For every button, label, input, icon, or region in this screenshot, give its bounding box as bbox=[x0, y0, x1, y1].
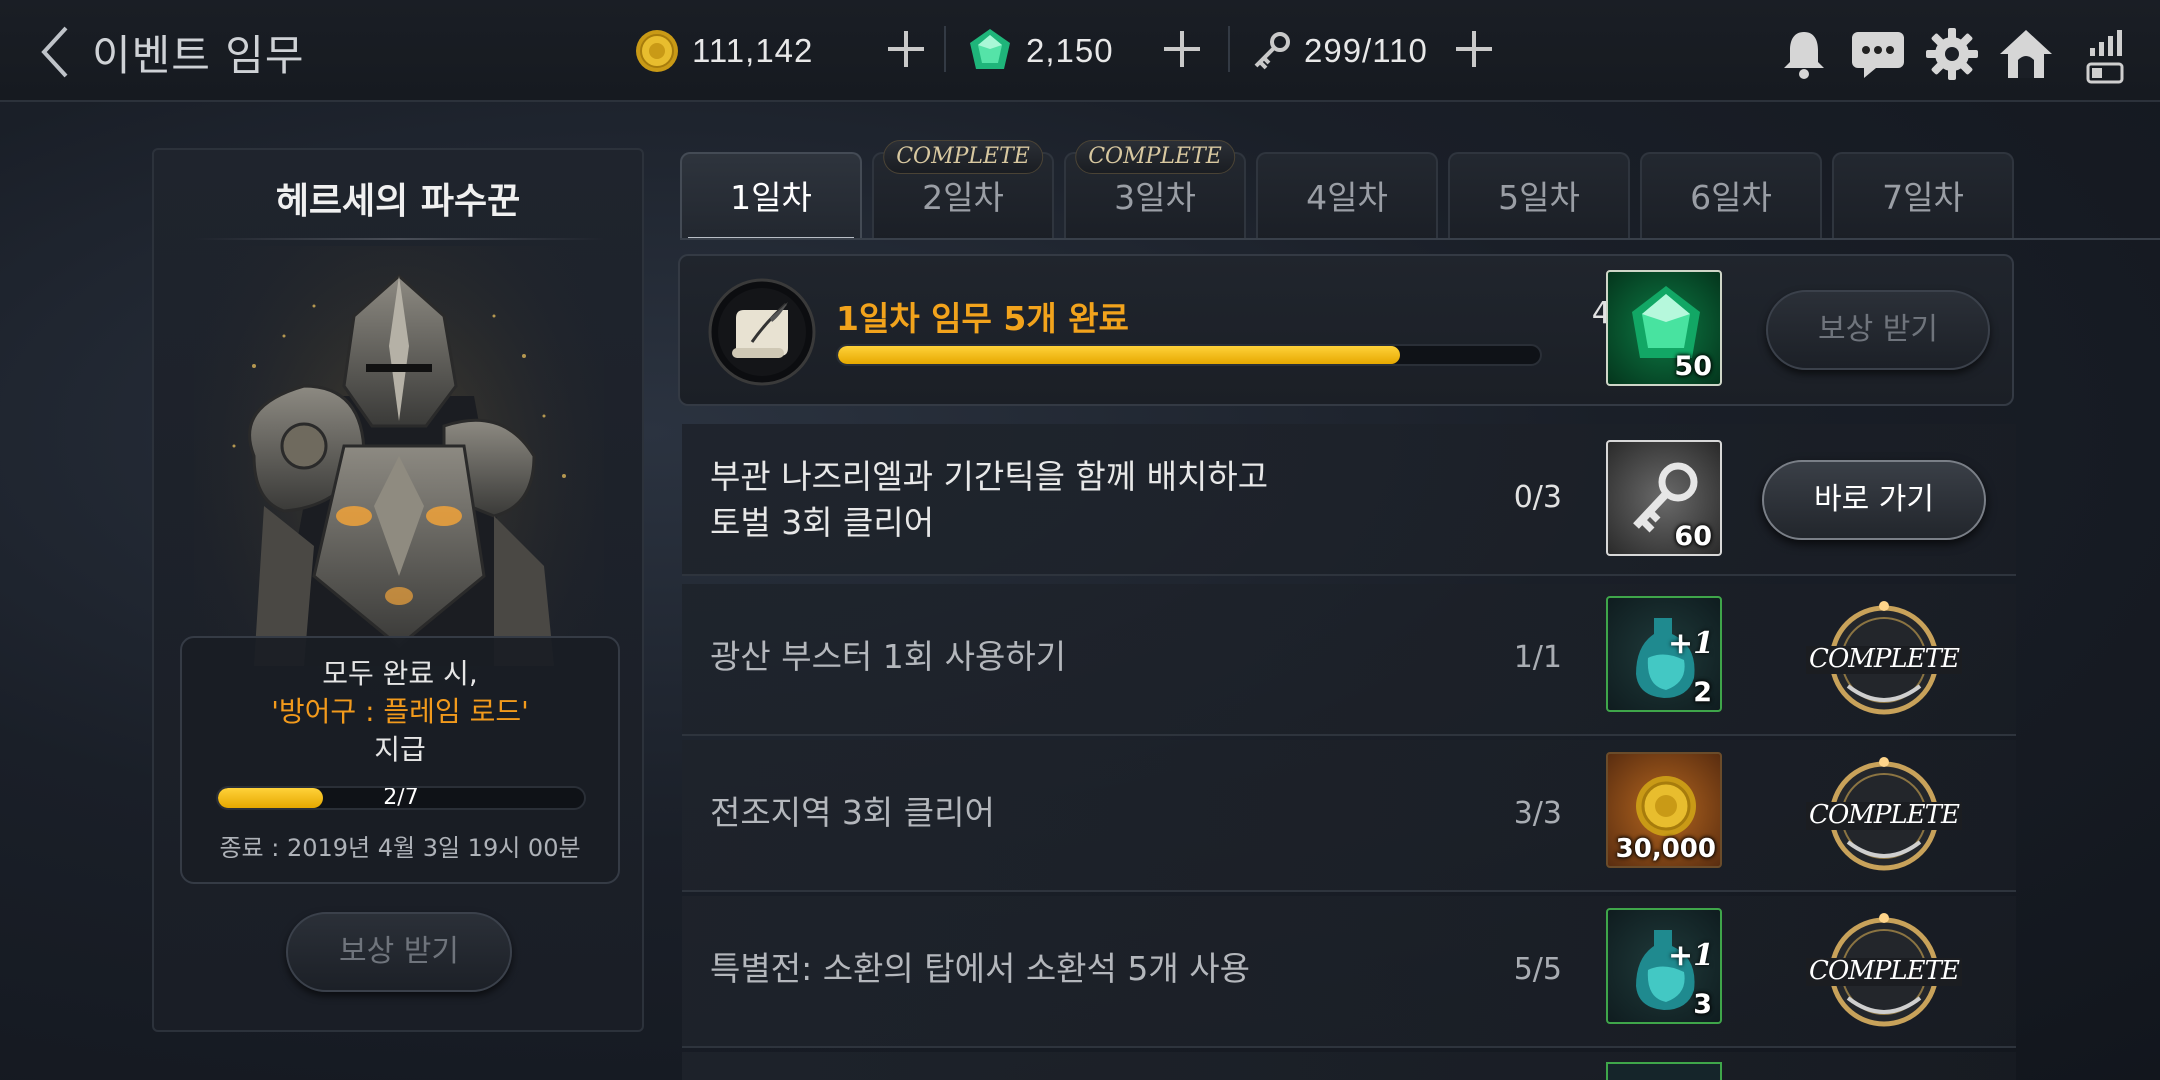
task-description: 부관 나즈리엘과 기간틱을 함께 배치하고 토벌 3회 클리어 bbox=[710, 454, 1268, 546]
tab-day-3[interactable]: COMPLETE 3일차 bbox=[1064, 140, 1246, 240]
boost-badge: +1 bbox=[1668, 626, 1715, 661]
complete-stamp-text: COMPLETE bbox=[1809, 800, 1960, 830]
task-row bbox=[682, 1052, 2016, 1080]
task-row: 특별전: 소환의 탑에서 소환석 5개 사용 5/5 +1 3 COMPLETE bbox=[682, 896, 2016, 1048]
chat-button[interactable] bbox=[1850, 26, 1906, 82]
tab-label: 4일차 bbox=[1306, 178, 1388, 217]
complete-stamp-text: COMPLETE bbox=[1809, 644, 1960, 674]
gear-icon bbox=[1926, 28, 1978, 80]
reward-quantity: 3 bbox=[1693, 989, 1712, 1020]
scroll-quill-icon bbox=[708, 278, 816, 386]
tab-label: 5일차 bbox=[1498, 178, 1580, 217]
notification-button[interactable] bbox=[1776, 26, 1832, 82]
summary-task-title: 1일차 임무 5개 완료 bbox=[836, 299, 1129, 338]
overall-progress-bar: 2/7 bbox=[216, 786, 586, 810]
task-row: 광산 부스터 1회 사용하기 1/1 +1 2 COMPLETE bbox=[682, 584, 2016, 736]
reward-item[interactable]: 60 bbox=[1606, 440, 1722, 556]
signal-battery-icon bbox=[2086, 30, 2124, 84]
reward-condition-text: 모두 완료 시, bbox=[322, 657, 478, 690]
tab-day-2[interactable]: COMPLETE 2일차 bbox=[872, 140, 1054, 240]
chat-bubble-icon bbox=[1852, 32, 1904, 78]
divider bbox=[194, 238, 604, 240]
gold-currency: 111,142 bbox=[634, 24, 813, 78]
gem-amount: 2,150 bbox=[1026, 32, 1114, 69]
reward-item[interactable]: +1 2 bbox=[1606, 596, 1722, 712]
task-description: 특별전: 소환의 탑에서 소환석 5개 사용 bbox=[710, 949, 1250, 988]
reward-item[interactable]: 30,000 bbox=[1606, 752, 1722, 868]
event-reward-panel: 헤르세의 파수꾼 모두 완료 시, '방어구: 플레임 로드' 지급 2/7 … bbox=[152, 148, 644, 1032]
tab-label: 1일차 bbox=[730, 178, 812, 217]
settings-button[interactable] bbox=[1924, 26, 1980, 82]
panel-title: 헤르세의 파수꾼 bbox=[275, 181, 521, 222]
tab-label: 6일차 bbox=[1690, 178, 1772, 217]
tab-label: 7일차 bbox=[1882, 178, 1964, 217]
claim-reward-button[interactable]: 보상 받기 bbox=[1766, 290, 1990, 370]
tab-label: 2일차 bbox=[922, 178, 1004, 217]
event-end-time: 종료 : 2019년 4월 3일 19시 00분 bbox=[219, 834, 581, 862]
completion-reward-box: 모두 완료 시, '방어구 : 플레임 로드' 지급 2/7 종료 : 2019… bbox=[180, 636, 620, 884]
complete-badge: COMPLETE bbox=[883, 140, 1043, 174]
reward-item[interactable]: +1 3 bbox=[1606, 908, 1722, 1024]
task-progress: 1/1 bbox=[1513, 640, 1562, 675]
add-gem-button[interactable] bbox=[1162, 29, 1202, 69]
reward-item[interactable] bbox=[1606, 1062, 1722, 1080]
task-progress: 5/5 bbox=[1513, 952, 1562, 987]
gem-currency: 2,150 bbox=[966, 24, 1114, 78]
status-indicator bbox=[2084, 26, 2128, 84]
tabs-underline bbox=[680, 238, 2160, 240]
boost-badge: +1 bbox=[1668, 938, 1715, 973]
task-row: 부관 나즈리엘과 기간틱을 함께 배치하고 토벌 3회 클리어 0/3 60 바… bbox=[682, 424, 2016, 576]
divider bbox=[1228, 26, 1230, 72]
reward-item-name: '방어구 : 플레임 로드' bbox=[271, 695, 529, 728]
key-icon bbox=[1254, 32, 1290, 70]
task-description: 전조지역 3회 클리어 bbox=[710, 793, 995, 832]
progress-fill bbox=[838, 346, 1400, 364]
task-progress: 0/3 bbox=[1513, 480, 1562, 515]
tab-label: 3일차 bbox=[1114, 178, 1196, 217]
go-now-button[interactable]: 바로 가기 bbox=[1762, 460, 1986, 540]
reward-grant-text: 지급 bbox=[374, 733, 426, 766]
tab-day-7[interactable]: 7일차 bbox=[1832, 152, 2014, 240]
divider bbox=[944, 26, 946, 72]
task-row: 전조지역 3회 클리어 3/3 30,000 COMPLETE bbox=[682, 740, 2016, 892]
page-title: 이벤트 임무 bbox=[92, 31, 305, 80]
claim-final-reward-button[interactable]: 보상 받기 bbox=[286, 912, 512, 992]
tab-day-5[interactable]: 5일차 bbox=[1448, 152, 1630, 240]
key-amount: 299/110 bbox=[1304, 32, 1428, 69]
gold-coin-icon bbox=[636, 30, 678, 72]
tab-day-6[interactable]: 6일차 bbox=[1640, 152, 1822, 240]
add-key-button[interactable] bbox=[1454, 29, 1494, 69]
task-description: 광산 부스터 1회 사용하기 bbox=[710, 637, 1067, 676]
summary-progress-bar bbox=[836, 344, 1542, 366]
task-progress: 3/3 bbox=[1513, 796, 1562, 831]
progress-text: 2/7 bbox=[383, 786, 419, 810]
reward-quantity: 2 bbox=[1693, 677, 1712, 708]
bell-icon bbox=[1784, 32, 1824, 79]
top-bar: 이벤트 임무 111,142 2,150 299/110 bbox=[0, 0, 2160, 102]
reward-quantity: 60 bbox=[1674, 521, 1712, 552]
complete-stamp-text: COMPLETE bbox=[1809, 956, 1960, 986]
tab-day-4[interactable]: 4일차 bbox=[1256, 152, 1438, 240]
home-button[interactable] bbox=[1998, 26, 2054, 82]
gold-amount: 111,142 bbox=[692, 32, 814, 69]
complete-badge: COMPLETE bbox=[1075, 140, 1235, 174]
reward-quantity: 50 bbox=[1674, 351, 1712, 382]
tab-day-1[interactable]: 1일차 bbox=[680, 152, 862, 240]
add-gold-button[interactable] bbox=[886, 29, 926, 69]
chevron-left-icon bbox=[41, 26, 68, 78]
home-icon bbox=[2000, 30, 2052, 78]
back-button[interactable] bbox=[36, 22, 76, 82]
daily-summary-task: 1일차 임무 5개 완료 4/5 50 보상 받기 bbox=[678, 254, 2014, 406]
task-description-line: 부관 나즈리엘과 기간틱을 함께 배치하고 bbox=[710, 457, 1269, 496]
reward-item[interactable]: 50 bbox=[1606, 270, 1722, 386]
green-gem-icon bbox=[970, 29, 1010, 69]
task-description-line: 토벌 3회 클리어 bbox=[710, 503, 935, 542]
key-currency: 299/110 bbox=[1250, 24, 1428, 78]
reward-quantity: 30,000 bbox=[1615, 834, 1716, 864]
